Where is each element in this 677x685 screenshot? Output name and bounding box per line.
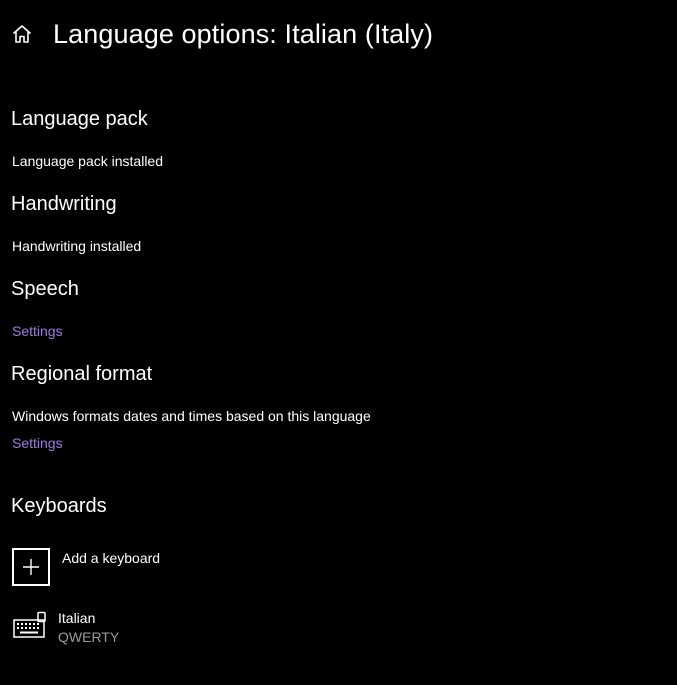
home-icon: [12, 25, 32, 43]
add-keyboard-button[interactable]: [12, 548, 50, 586]
plus-icon: [23, 559, 39, 575]
keyboard-icon: [13, 611, 46, 638]
speech-heading: Speech: [11, 278, 79, 300]
keyboard-name: Italian: [58, 610, 96, 626]
keyboard-item-italian[interactable]: Italian QWERTY: [10, 606, 260, 650]
regional-format-description: Windows formats dates and times based on…: [12, 408, 371, 424]
keyboard-layout: QWERTY: [58, 629, 120, 645]
add-keyboard-label[interactable]: Add a keyboard: [62, 549, 160, 567]
language-pack-status: Language pack installed: [12, 153, 164, 169]
language-pack-heading: Language pack: [11, 108, 148, 130]
regional-format-settings-link[interactable]: Settings: [12, 434, 63, 452]
page-title: Language options: Italian (Italy): [53, 19, 434, 49]
keyboards-heading: Keyboards: [11, 495, 107, 517]
home-button[interactable]: [11, 23, 33, 45]
regional-format-heading: Regional format: [11, 363, 153, 385]
speech-settings-link[interactable]: Settings: [12, 322, 63, 340]
handwriting-status: Handwriting installed: [12, 238, 142, 254]
handwriting-heading: Handwriting: [11, 193, 117, 215]
